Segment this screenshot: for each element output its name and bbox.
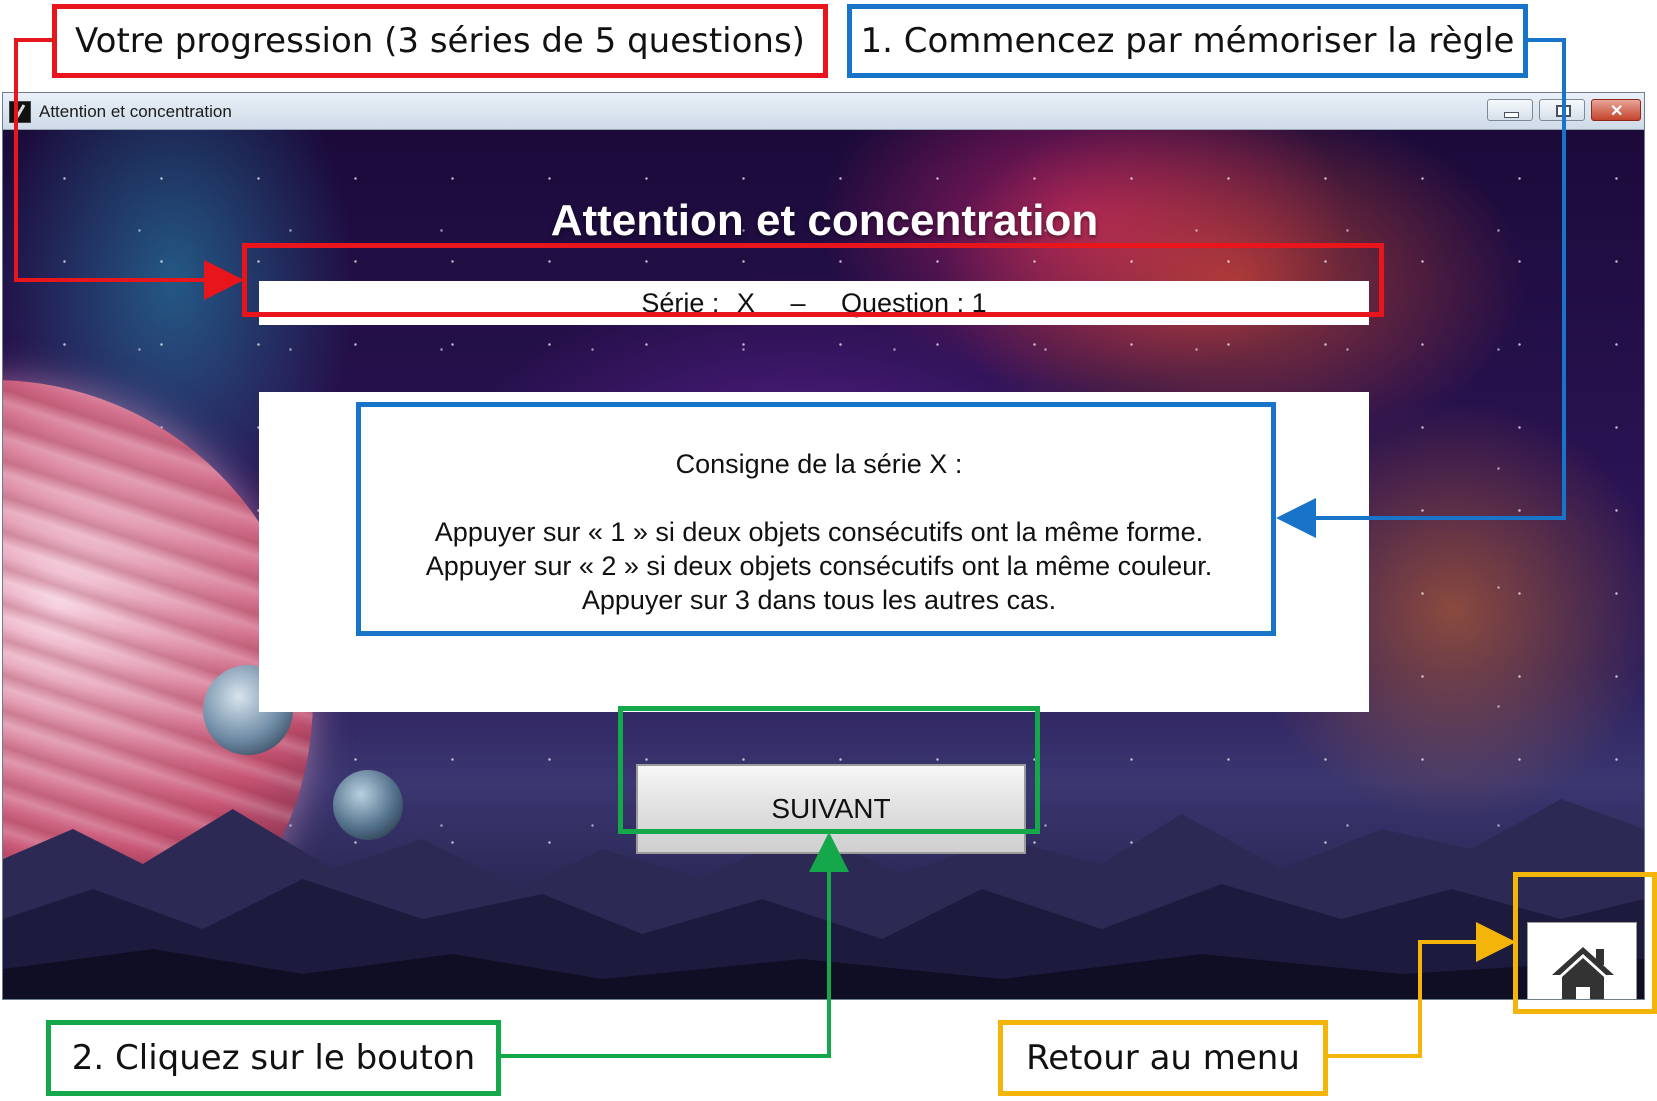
title-bar: Attention et concentration [3,93,1644,130]
app-icon [9,101,31,123]
rule-callout: 1. Commencez par mémoriser la règle [847,4,1528,78]
window-title: Attention et concentration [39,102,232,121]
rule-highlight-frame [356,402,1276,636]
button-highlight-frame [618,706,1040,834]
minimize-button[interactable] [1487,99,1533,121]
button-callout: 2. Cliquez sur le bouton [46,1020,501,1096]
close-button[interactable] [1591,99,1641,121]
menu-callout: Retour au menu [998,1020,1328,1096]
progress-highlight-frame [242,243,1384,317]
progress-callout: Votre progression (3 séries de 5 questio… [52,4,828,78]
maximize-button[interactable] [1539,99,1585,121]
home-highlight-frame [1513,872,1657,1014]
app-title: Attention et concentration [550,196,1099,245]
